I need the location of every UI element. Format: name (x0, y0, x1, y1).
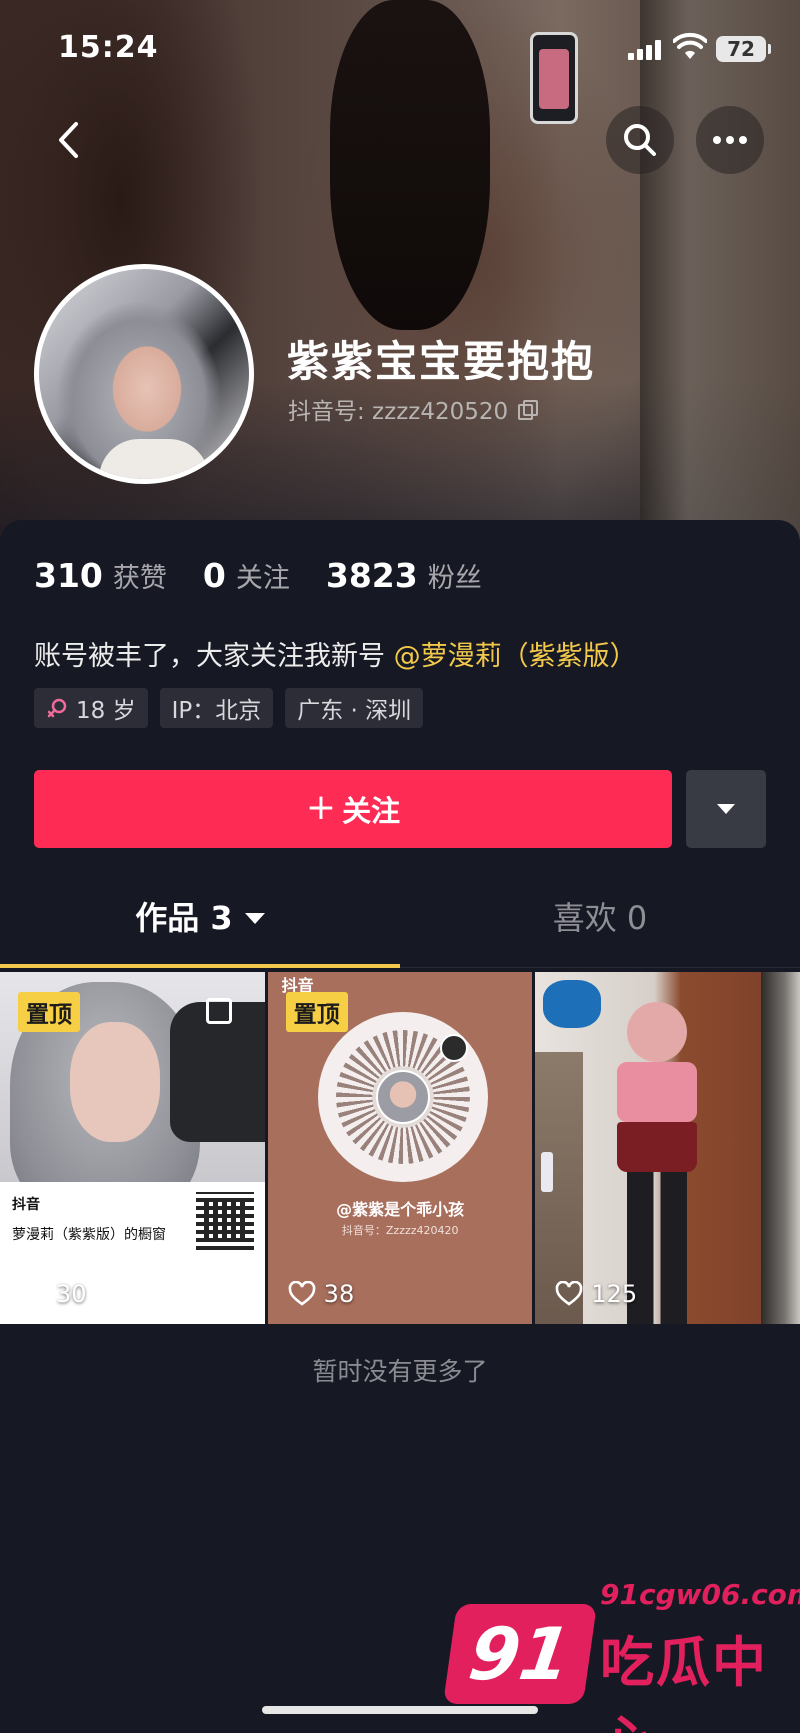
heart-icon (556, 1281, 583, 1306)
plus-icon: + (305, 786, 337, 828)
watermark-logo: 91 (442, 1604, 598, 1704)
wifi-icon (673, 32, 707, 59)
video-thumbnail[interactable]: 抖音 @紫紫是个乖小孩 抖音号：Zzzzz420420 置顶 38 (267, 972, 533, 1324)
chevron-down-icon (244, 912, 265, 924)
stat-likes[interactable]: 310 获赞 (34, 556, 167, 595)
tab-likes[interactable]: 喜欢 0 (400, 880, 800, 952)
bio-mention-link[interactable]: @萝漫莉（紫紫版） (394, 641, 637, 672)
tab-works[interactable]: 作品 3 (0, 880, 400, 952)
location-tag-label: 广东 · 深圳 (297, 698, 412, 724)
qr-avatar (375, 1070, 430, 1124)
profile-tags: 18 岁 IP：北京 广东 · 深圳 (34, 688, 424, 728)
stat-following[interactable]: 0 关注 (203, 556, 290, 595)
like-count-value: 30 (56, 1280, 87, 1308)
copy-icon[interactable] (518, 400, 539, 420)
age-tag: 18 岁 (34, 688, 148, 728)
cellular-signal-icon (628, 38, 662, 60)
douyin-logo-text: 抖音 (12, 1197, 40, 1213)
content-tabs: 作品 3 喜欢 0 (0, 880, 800, 952)
douyin-id[interactable]: 抖音号: zzzz420520 (288, 392, 539, 426)
battery-indicator: 72 (716, 36, 771, 62)
avatar[interactable] (34, 264, 254, 484)
search-icon (624, 124, 656, 156)
status-bar: 15:24 72 (0, 0, 800, 100)
watermark-title: 吃瓜中心 (600, 1631, 768, 1733)
follow-button-label: 关注 (342, 794, 401, 828)
thumbnail-id: 抖音号：Zzzzz420420 (341, 1224, 459, 1237)
status-time: 15:24 (58, 30, 159, 65)
tab-active-indicator (0, 964, 400, 968)
chevron-left-icon (59, 122, 78, 158)
caret-down-icon (717, 804, 735, 814)
back-button[interactable] (46, 112, 90, 168)
video-like-count: 125 (555, 1280, 637, 1308)
stat-followers-label: 粉丝 (427, 563, 482, 594)
follow-button[interactable]: + 关注 (34, 770, 672, 848)
video-grid: 抖音 萝漫莉（紫紫版）的橱窗 置顶 30 抖音 @紫紫是个乖小孩 抖音号：Zzz… (0, 972, 800, 1324)
home-indicator[interactable] (262, 1706, 538, 1714)
video-thumbnail[interactable]: 抖音 萝漫莉（紫紫版）的橱窗 置顶 30 (0, 972, 265, 1324)
stat-likes-label: 获赞 (112, 563, 167, 594)
profile-bio: 账号被丰了，大家关注我新号 @萝漫莉（紫紫版） (34, 634, 637, 673)
profile-panel: 310 获赞 0 关注 3823 粉丝 账号被丰了，大家关注我新号 @萝漫莉（紫… (0, 520, 800, 1733)
more-options-button[interactable] (696, 106, 764, 174)
douyin-id-text: 抖音号: zzzz420520 (288, 399, 509, 425)
no-more-content-hint: 暂时没有更多了 (312, 1357, 488, 1386)
qr-code-graphic (196, 1192, 254, 1250)
tab-works-label: 作品 3 (135, 899, 233, 937)
ip-tag-label: IP：北京 (171, 698, 262, 724)
pinned-badge: 置顶 (285, 992, 348, 1032)
stat-followers-value: 3823 (325, 556, 418, 595)
stat-likes-value: 310 (34, 556, 103, 595)
like-count-value: 125 (591, 1280, 638, 1308)
video-thumbnail[interactable]: 125 (535, 972, 800, 1324)
video-like-count: 38 (288, 1280, 355, 1308)
bio-text: 账号被丰了，大家关注我新号 (34, 641, 385, 672)
age-tag-label: 18 岁 (76, 698, 136, 724)
tab-likes-label: 喜欢 0 (552, 899, 648, 937)
thumbnail-handle: @紫紫是个乖小孩 (336, 1200, 465, 1219)
heart-icon (288, 1281, 315, 1306)
thumbnail-caption: 萝漫莉（紫紫版）的橱窗 (12, 1227, 166, 1243)
more-horizontal-icon (713, 136, 747, 144)
location-tag: 广东 · 深圳 (285, 688, 424, 728)
watermark-url: 91cgw06.com (600, 1578, 800, 1611)
profile-name: 紫紫宝宝要抱抱 (287, 337, 596, 386)
stat-followers[interactable]: 3823 粉丝 (326, 556, 482, 595)
video-like-count: 30 (20, 1280, 87, 1308)
like-count-value: 38 (323, 1280, 355, 1308)
site-watermark: 91 91cgw06.com 吃瓜中心 (442, 1570, 800, 1733)
search-button[interactable] (606, 106, 674, 174)
multi-image-icon (206, 998, 232, 1024)
stat-following-value: 0 (202, 556, 226, 595)
douyin-logo-icon (439, 1034, 468, 1062)
profile-stats: 310 获赞 0 关注 3823 粉丝 (34, 556, 518, 595)
recommend-dropdown-button[interactable] (686, 770, 766, 848)
ip-tag: IP：北京 (159, 688, 274, 728)
pinned-badge: 置顶 (18, 992, 80, 1032)
heart-icon (20, 1281, 48, 1306)
stat-following-label: 关注 (235, 563, 290, 594)
female-icon (47, 698, 67, 718)
